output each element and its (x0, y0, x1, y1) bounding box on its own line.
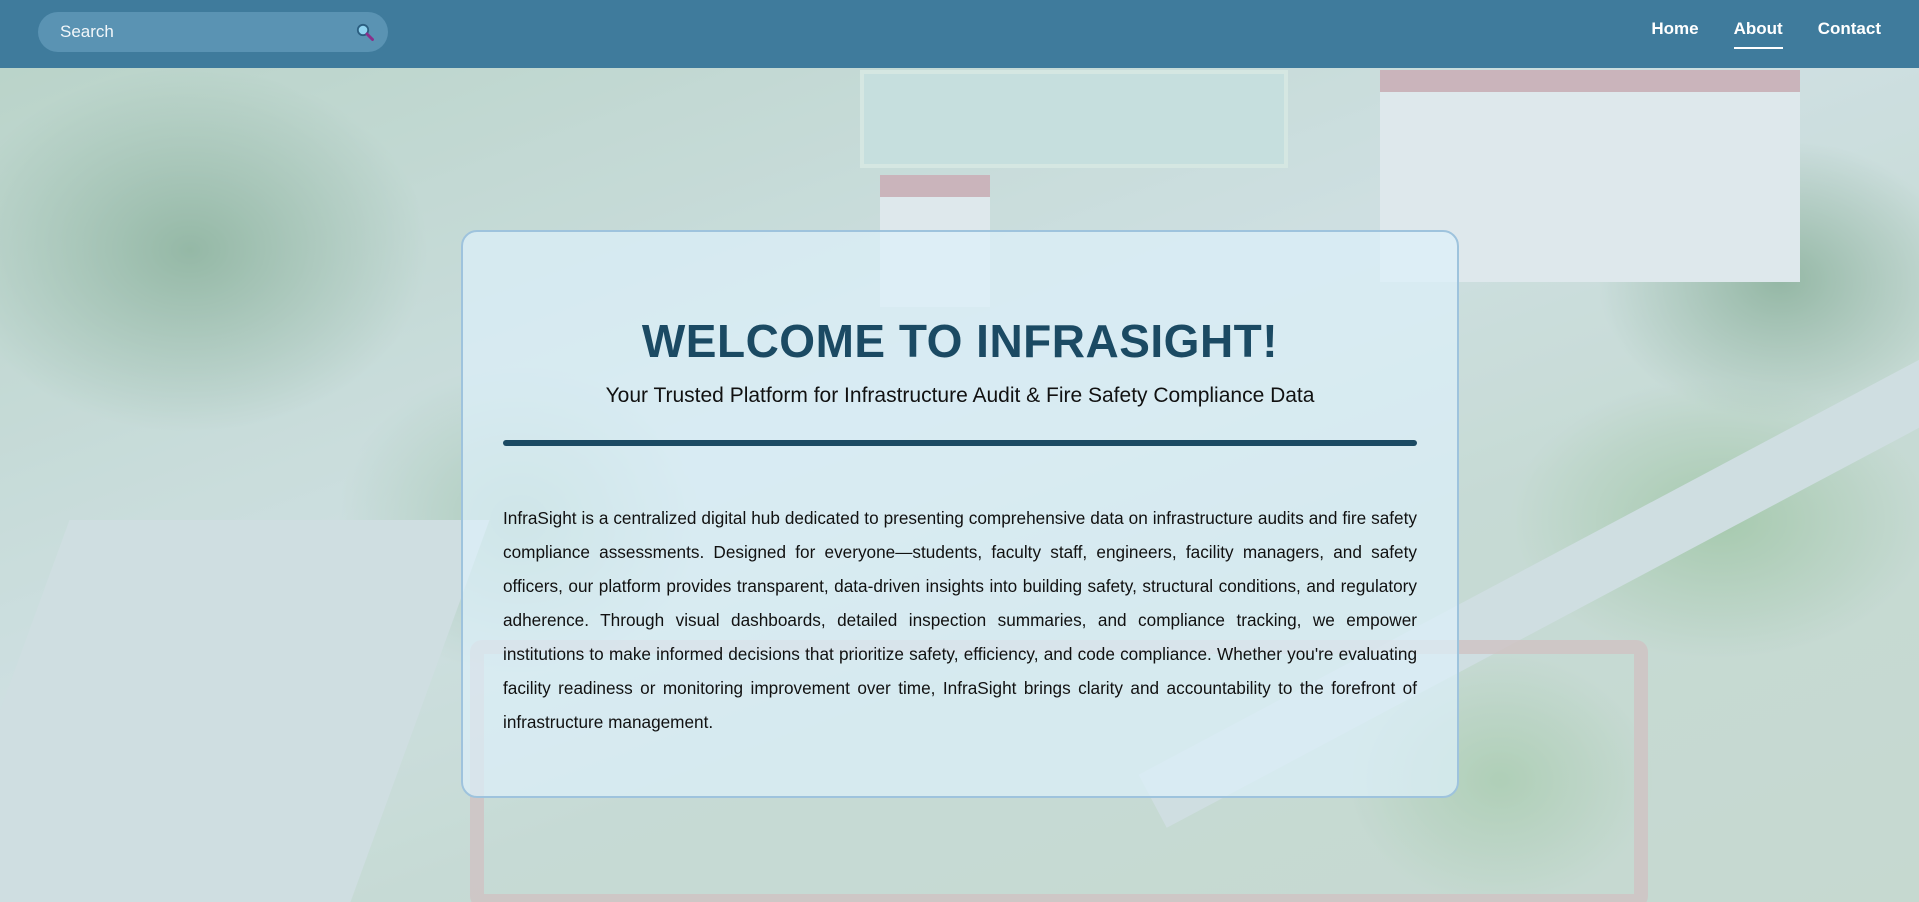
title-divider (503, 440, 1417, 446)
magnifier-icon[interactable] (356, 23, 374, 41)
search-bar (38, 12, 388, 52)
nav-links: Home About Contact (1651, 0, 1881, 62)
nav-home-link[interactable]: Home (1651, 19, 1698, 43)
nav-contact-link[interactable]: Contact (1818, 19, 1881, 43)
top-navbar: Home About Contact (0, 0, 1919, 68)
page-subtitle: Your Trusted Platform for Infrastructure… (605, 384, 1315, 407)
welcome-card: WELCOME TO INFRASIGHT! Your Trusted Plat… (461, 230, 1459, 798)
intro-paragraph: InfraSight is a centralized digital hub … (503, 508, 1417, 733)
search-input[interactable] (38, 21, 352, 43)
page-title: WELCOME TO INFRASIGHT! (641, 315, 1279, 367)
nav-about-link[interactable]: About (1733, 19, 1783, 49)
